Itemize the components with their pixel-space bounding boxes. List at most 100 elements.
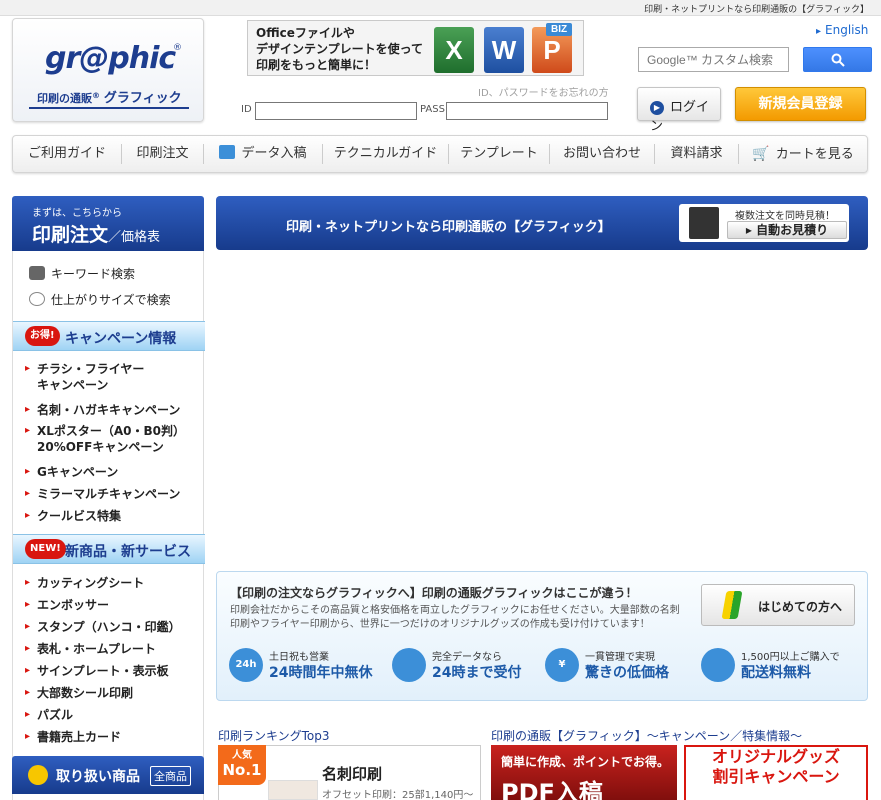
office-template-banner[interactable]: Officeファイルや デザインテンプレートを使って 印刷をもっと簡単に！ X … bbox=[247, 20, 584, 76]
nav-order[interactable]: 印刷注文 bbox=[122, 136, 203, 172]
rank-badge-top: 人気 bbox=[232, 750, 252, 761]
logo-sub-reg: ® bbox=[92, 91, 100, 100]
biz-badge: BIZ bbox=[546, 23, 573, 36]
top-tagline: 印刷・ネットプリントなら印刷通販の【グラフィック】 bbox=[644, 5, 869, 15]
pdf-banner-title: PDF入稿 bbox=[501, 779, 603, 800]
new-badge: NEW! bbox=[25, 539, 66, 559]
original-goods-campaign-banner[interactable]: オリジナルグッズ 割引キャンペーン bbox=[684, 745, 868, 800]
register-button[interactable]: 新規会員登録 bbox=[735, 87, 866, 121]
clock-24h-icon: 24h bbox=[229, 648, 263, 682]
nav-guide[interactable]: ご利用ガイド bbox=[13, 136, 121, 172]
keyword-search-label: キーワード検索 bbox=[51, 267, 136, 281]
first-time-label: はじめての方へ bbox=[758, 600, 843, 614]
feature-small: 完全データなら bbox=[432, 652, 502, 663]
features-description: 印刷会社だからこその高品質と格安価格を両立したグラフィックにお任せください。大量… bbox=[230, 605, 680, 630]
sidebar-link-seal-print[interactable]: 大部数シール印刷 bbox=[25, 685, 133, 701]
goods-banner-line1: オリジナルグッズ bbox=[711, 747, 840, 766]
first-time-button[interactable]: はじめての方へ bbox=[701, 584, 855, 626]
deal-badge: お得! bbox=[25, 326, 60, 346]
sidebar-link-book-card[interactable]: 書籍売上カード bbox=[25, 729, 121, 745]
rank-badge-num: No.1 bbox=[222, 761, 262, 779]
auto-estimate-button[interactable]: ▸ 自動お見積り bbox=[727, 221, 847, 239]
sidebar-link-xl-poster[interactable]: XLポスター（A0・B0判） 20%OFFキャンペーン bbox=[25, 423, 185, 455]
rank-product-price: オフセット印刷：25部1,140円〜 bbox=[322, 790, 474, 800]
auto-estimate-box[interactable]: 複数注文を同時見積！ ▸ 自動お見積り bbox=[679, 204, 849, 242]
sidebar-link-stamp[interactable]: スタンプ（ハンコ・印鑑） bbox=[25, 619, 181, 635]
id-input[interactable] bbox=[255, 102, 417, 120]
login-button[interactable]: ▶ ログイン bbox=[637, 87, 721, 134]
business-card-thumbnail bbox=[268, 780, 318, 800]
campaign-section-label: キャンペーン情報 bbox=[65, 331, 177, 347]
logo-sub-small: 印刷の通販 bbox=[37, 92, 92, 105]
feature-big: 配送料無料 bbox=[741, 665, 811, 681]
sidebar-link-sign-plate[interactable]: サインプレート・表示板 bbox=[25, 663, 169, 679]
nav-cart[interactable]: 🛒 カートを見る bbox=[739, 136, 867, 172]
nav-template[interactable]: テンプレート bbox=[449, 136, 549, 172]
sidebar-head-title: 印刷注文／価格表 bbox=[32, 220, 160, 247]
sidebar-link-card-campaign[interactable]: 名刺・ハガキキャンペーン bbox=[25, 402, 180, 418]
campaign-section-header: お得! キャンペーン情報 bbox=[13, 321, 205, 351]
smiley-icon bbox=[28, 765, 48, 785]
logo-registered-mark: ® bbox=[173, 43, 182, 53]
ranking-title: 印刷ランキングTop3 bbox=[218, 729, 330, 743]
nav-technical-guide[interactable]: テクニカルガイド bbox=[323, 136, 448, 172]
yen-arrow-icon: ¥ bbox=[545, 648, 579, 682]
sidebar-head-small: まずは、こちらから bbox=[32, 208, 122, 219]
sidebar-head-big: 印刷注文 bbox=[32, 224, 109, 246]
search-icon bbox=[831, 53, 845, 67]
sidebar-link-coolbiz[interactable]: クールビス特集 bbox=[25, 508, 121, 524]
sidebar-order-header[interactable]: まずは、こちらから 印刷注文／価格表 bbox=[12, 196, 204, 251]
calculator-icon bbox=[689, 207, 719, 239]
sidebar-link-nameplate[interactable]: 表札・ホームプレート bbox=[25, 641, 156, 657]
campaign-feature-title: 印刷の通販【グラフィック】〜キャンペーン／特集情報〜 bbox=[491, 729, 803, 743]
nav-data-upload-label: データ入稿 bbox=[241, 146, 307, 161]
cart-icon: 🛒 bbox=[752, 146, 770, 162]
nav-contact[interactable]: お問い合わせ bbox=[550, 136, 654, 172]
english-link[interactable]: English bbox=[816, 23, 868, 37]
all-products-link[interactable]: 全商品 bbox=[150, 766, 191, 786]
clock-icon bbox=[392, 648, 426, 682]
products-section-header[interactable]: 取り扱い商品 全商品 bbox=[12, 756, 204, 794]
feature-small: 一貫管理で実現 bbox=[585, 652, 655, 663]
sidebar-head-rest: ／価格表 bbox=[108, 230, 161, 245]
logo-sub-big: グラフィック bbox=[103, 91, 182, 106]
sidebar-link-embosser[interactable]: エンボッサー bbox=[25, 597, 109, 613]
top-tagline-bar: 印刷・ネットプリントなら印刷通販の【グラフィック】 bbox=[0, 0, 881, 16]
nav-request-material[interactable]: 資料請求 bbox=[655, 136, 738, 172]
size-search-label: 仕上がりサイズで検索 bbox=[51, 293, 171, 307]
search-button[interactable] bbox=[803, 47, 872, 72]
feature-big: 驚きの低価格 bbox=[585, 665, 669, 681]
feature-big: 24時間年中無休 bbox=[269, 665, 373, 681]
site-logo[interactable]: gr@phic ® 印刷の通販® グラフィック bbox=[12, 18, 204, 122]
main-title-banner: 印刷・ネットプリントなら印刷通販の【グラフィック】 複数注文を同時見積！ ▸ 自… bbox=[216, 196, 868, 250]
excel-icon: X bbox=[434, 27, 474, 73]
sidebar-link-mirror-multi[interactable]: ミラーマルチキャンペーン bbox=[25, 486, 180, 502]
features-box: 【印刷の注文ならグラフィックへ】印刷の通販グラフィックはここが違う！ 印刷会社だ… bbox=[216, 571, 868, 701]
keyword-search-link[interactable]: キーワード検索 bbox=[29, 265, 135, 282]
search-input[interactable] bbox=[638, 47, 789, 72]
goods-banner-line2: 割引キャンペーン bbox=[712, 767, 840, 786]
beginner-leaf-icon bbox=[721, 591, 743, 619]
main-banner-title: 印刷・ネットプリントなら印刷通販の【グラフィック】 bbox=[286, 220, 611, 235]
auto-estimate-note: 複数注文を同時見積！ bbox=[735, 211, 835, 222]
sidebar-link-cutting-sheet[interactable]: カッティングシート bbox=[25, 575, 144, 591]
forgot-credentials-link[interactable]: ID、パスワードをお忘れの方 bbox=[478, 84, 609, 99]
sidebar-link-puzzle[interactable]: パズル bbox=[25, 707, 73, 723]
sidebar-link-flyer-campaign[interactable]: チラシ・フライヤー キャンペーン bbox=[25, 361, 144, 393]
feature-big: 24時まで受付 bbox=[432, 665, 522, 681]
feature-small: 1,500円以上ご購入で bbox=[741, 652, 840, 663]
rank-product-name[interactable]: 名刺印刷 bbox=[322, 763, 382, 784]
binoculars-icon bbox=[29, 266, 45, 280]
sidebar-body: キーワード検索 仕上がりサイズで検索 お得! キャンペーン情報 チラシ・フライヤ… bbox=[12, 251, 205, 800]
upload-icon bbox=[219, 145, 236, 159]
main-nav: ご利用ガイド 印刷注文 データ入稿 テクニカルガイド テンプレート お問い合わせ… bbox=[12, 135, 868, 173]
truck-icon bbox=[701, 648, 735, 682]
nav-data-upload[interactable]: データ入稿 bbox=[204, 136, 322, 172]
magnifier-icon bbox=[29, 292, 45, 306]
pdf-upload-campaign-banner[interactable]: 簡単に作成、ポイントでお得。 PDF入稿 bbox=[491, 745, 677, 800]
feature-small: 土日祝も営業 bbox=[269, 652, 329, 663]
password-input[interactable] bbox=[446, 102, 608, 120]
size-search-link[interactable]: 仕上がりサイズで検索 bbox=[29, 291, 171, 308]
sidebar-link-g-campaign[interactable]: Gキャンペーン bbox=[25, 464, 118, 480]
popular-no1-badge: 人気 No.1 bbox=[218, 745, 266, 785]
